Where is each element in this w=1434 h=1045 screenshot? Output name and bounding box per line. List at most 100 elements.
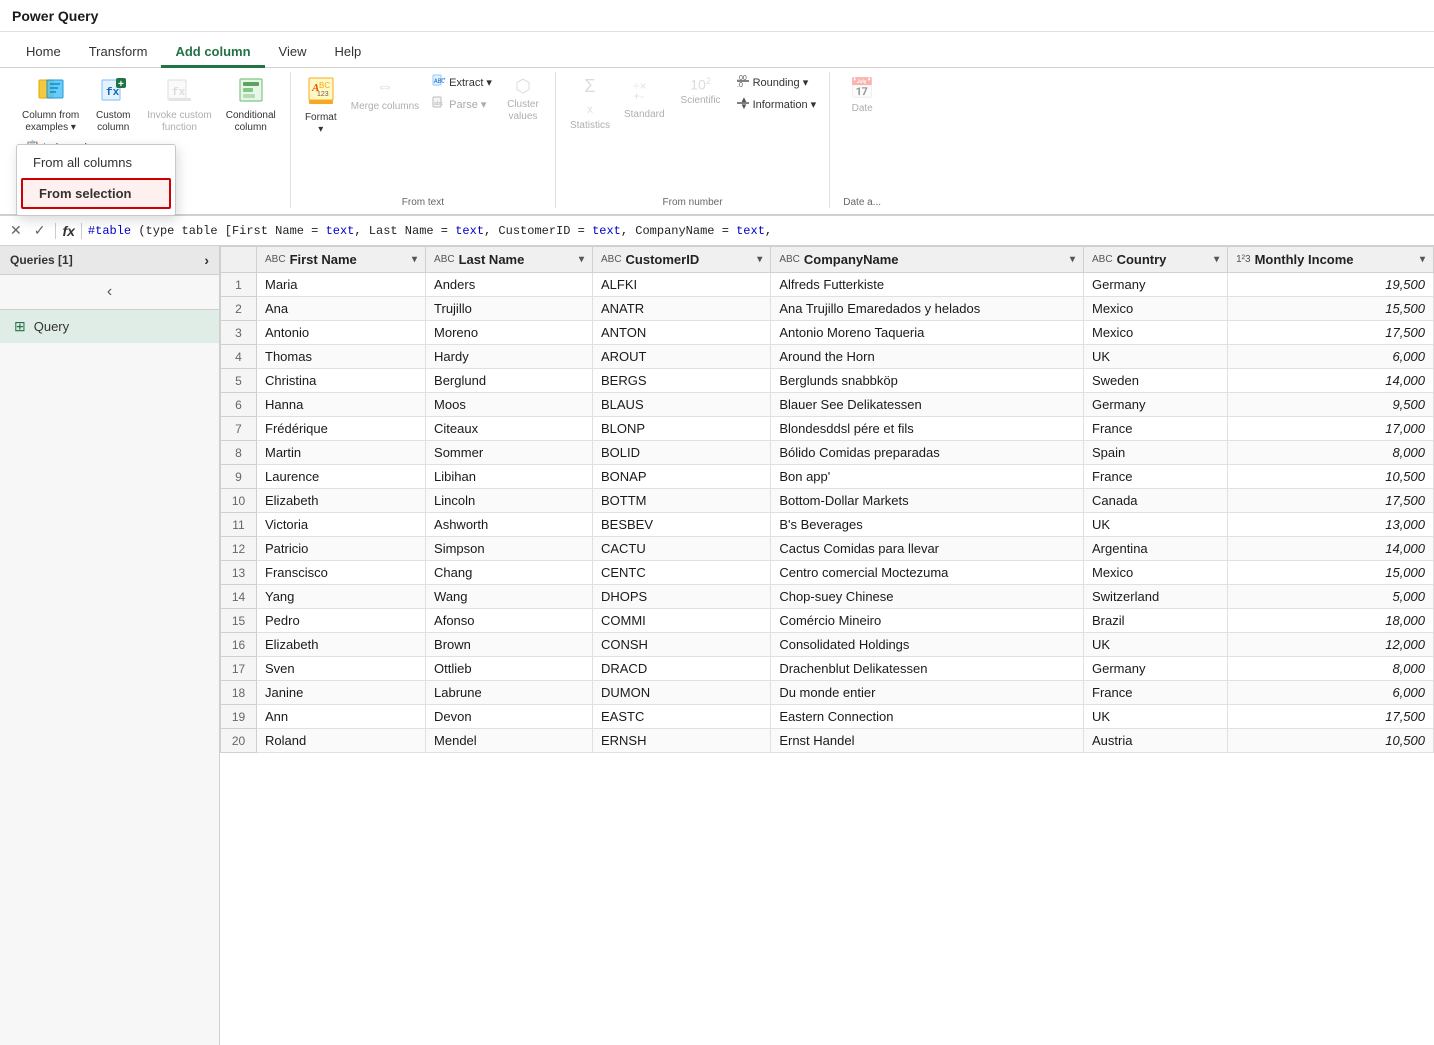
col-filter-last-name[interactable]: ▾ xyxy=(579,254,584,265)
cell-first-name: Antonio xyxy=(257,321,426,345)
cell-first-name: Pedro xyxy=(257,609,426,633)
cell-companyname: Chop-suey Chinese xyxy=(771,585,1084,609)
tab-help[interactable]: Help xyxy=(321,38,376,68)
cell-country: France xyxy=(1084,417,1228,441)
cell-country: UK xyxy=(1084,345,1228,369)
cell-customerid: ERNSH xyxy=(592,729,770,753)
col-filter-monthly-income[interactable]: ▾ xyxy=(1420,254,1425,265)
statistics-button[interactable]: ΣX Statistics xyxy=(564,72,616,136)
row-num-header xyxy=(221,247,257,273)
formula-cancel-icon[interactable]: ✕ xyxy=(6,220,26,241)
row-num-cell: 8 xyxy=(221,441,257,465)
scientific-button[interactable]: 102 Scientific xyxy=(673,72,729,111)
sidebar-item-query-label: Query xyxy=(34,319,69,334)
cell-country: Mexico xyxy=(1084,321,1228,345)
date-icon: 📅 xyxy=(850,76,875,101)
dropdown-item-from-selection[interactable]: From selection xyxy=(21,178,171,209)
extract-button[interactable]: ABC→ Extract ▾ xyxy=(427,72,497,93)
extract-icon: ABC→ xyxy=(432,74,446,91)
svg-text:+: + xyxy=(118,79,124,90)
information-button[interactable]: ▲▼ Information ▾ xyxy=(731,94,822,115)
ribbon-group-from-text: A BC 123 Format▾ ⇔ Merge columns ABC→ xyxy=(291,72,556,208)
formula-icons: ✕ ✓ xyxy=(6,220,49,241)
cell-last-name: Ottlieb xyxy=(426,657,593,681)
rounding-button[interactable]: .00.0 Rounding ▾ xyxy=(731,72,822,93)
svg-text:abc: abc xyxy=(434,101,443,107)
cell-customerid: BONAP xyxy=(592,465,770,489)
format-button[interactable]: A BC 123 Format▾ xyxy=(299,72,343,140)
sidebar-collapse-icon[interactable]: › xyxy=(204,252,209,268)
table-row: 13FransciscoChangCENTCCentro comercial M… xyxy=(221,561,1434,585)
cell-companyname: Centro comercial Moctezuma xyxy=(771,561,1084,585)
cell-country: Germany xyxy=(1084,393,1228,417)
information-icon: ▲▼ xyxy=(736,96,750,113)
merge-columns-button[interactable]: ⇔ Merge columns xyxy=(345,72,425,117)
col-filter-country[interactable]: ▾ xyxy=(1214,254,1219,265)
col-label-country: Country xyxy=(1117,252,1167,267)
rounding-info-group: .00.0 Rounding ▾ ▲▼ Information ▾ xyxy=(731,72,822,115)
sidebar-item-query[interactable]: ⊞ Query xyxy=(0,310,219,343)
ribbon-group-from-number: ΣX Statistics ÷× +- Standard 102 Scienti… xyxy=(556,72,830,208)
invoke-custom-function-button[interactable]: fx Invoke customfunction xyxy=(141,72,217,138)
cell-customerid: CACTU xyxy=(592,537,770,561)
table-row: 12PatricioSimpsonCACTUCactus Comidas par… xyxy=(221,537,1434,561)
standard-icon: ÷× +- xyxy=(631,76,657,107)
cell-companyname: B's Beverages xyxy=(771,513,1084,537)
row-num-cell: 15 xyxy=(221,609,257,633)
parse-label: Parse ▾ xyxy=(449,98,486,111)
cluster-values-label: Clustervalues xyxy=(507,99,539,123)
cell-monthly-income: 6,000 xyxy=(1228,345,1434,369)
cell-country: Brazil xyxy=(1084,609,1228,633)
cell-monthly-income: 17,500 xyxy=(1228,489,1434,513)
statistics-icon: ΣX xyxy=(584,76,595,118)
column-from-examples-button[interactable]: Column fromexamples ▾ xyxy=(16,72,85,138)
cell-monthly-income: 17,500 xyxy=(1228,321,1434,345)
cell-monthly-income: 14,000 xyxy=(1228,537,1434,561)
data-grid-container[interactable]: ABC First Name ▾ ABC Last Name ▾ xyxy=(220,246,1434,1045)
cell-customerid: BOLID xyxy=(592,441,770,465)
col-filter-companyname[interactable]: ▾ xyxy=(1070,254,1075,265)
col-filter-customerid[interactable]: ▾ xyxy=(757,254,762,265)
extract-parse-col: ABC→ Extract ▾ abc Parse ▾ xyxy=(427,72,497,115)
tab-transform[interactable]: Transform xyxy=(75,38,162,68)
table-body: 1MariaAndersALFKIAlfreds FutterkisteGerm… xyxy=(221,273,1434,753)
conditional-column-button[interactable]: Conditionalcolumn xyxy=(220,72,282,138)
row-num-cell: 5 xyxy=(221,369,257,393)
cell-monthly-income: 15,000 xyxy=(1228,561,1434,585)
cell-companyname: Drachenblut Delikatessen xyxy=(771,657,1084,681)
sidebar-collapse-button[interactable]: ‹ xyxy=(0,275,219,310)
tab-home[interactable]: Home xyxy=(12,38,75,68)
sidebar-header: Queries [1] › xyxy=(0,246,219,275)
row-num-cell: 14 xyxy=(221,585,257,609)
cell-companyname: Du monde entier xyxy=(771,681,1084,705)
custom-column-label: Customcolumn xyxy=(96,110,130,134)
cell-monthly-income: 8,000 xyxy=(1228,441,1434,465)
cell-first-name: Frédérique xyxy=(257,417,426,441)
parse-button[interactable]: abc Parse ▾ xyxy=(427,94,497,115)
table-row: 6HannaMoosBLAUSBlauer See DelikatessenGe… xyxy=(221,393,1434,417)
cell-first-name: Maria xyxy=(257,273,426,297)
cell-customerid: ANTON xyxy=(592,321,770,345)
merge-columns-label: Merge columns xyxy=(351,101,419,113)
cell-country: Argentina xyxy=(1084,537,1228,561)
tab-view[interactable]: View xyxy=(265,38,321,68)
custom-column-button[interactable]: fx + Customcolumn xyxy=(87,72,139,138)
dropdown-item-all-columns[interactable]: From all columns xyxy=(17,149,175,176)
col-filter-first-name[interactable]: ▾ xyxy=(412,254,417,265)
table-row: 2AnaTrujilloANATRAna Trujillo Emaredados… xyxy=(221,297,1434,321)
col-type-companyname: ABC xyxy=(779,254,800,265)
cell-first-name: Martin xyxy=(257,441,426,465)
cell-customerid: BOTTM xyxy=(592,489,770,513)
cell-companyname: Bólido Comidas preparadas xyxy=(771,441,1084,465)
col-label-companyname: CompanyName xyxy=(804,252,899,267)
standard-button[interactable]: ÷× +- Standard xyxy=(618,72,671,125)
conditional-column-icon xyxy=(237,76,265,108)
formula-confirm-icon[interactable]: ✓ xyxy=(30,220,50,241)
ribbon-tabs: Home Transform Add column View Help xyxy=(0,32,1434,68)
data-table: ABC First Name ▾ ABC Last Name ▾ xyxy=(220,246,1434,753)
date-button[interactable]: 📅 Date xyxy=(838,72,886,119)
cell-companyname: Berglunds snabbköp xyxy=(771,369,1084,393)
date-label: Date xyxy=(852,103,873,115)
cluster-values-button[interactable]: ⬡ Clustervalues xyxy=(499,72,547,127)
tab-add-column[interactable]: Add column xyxy=(161,38,264,68)
